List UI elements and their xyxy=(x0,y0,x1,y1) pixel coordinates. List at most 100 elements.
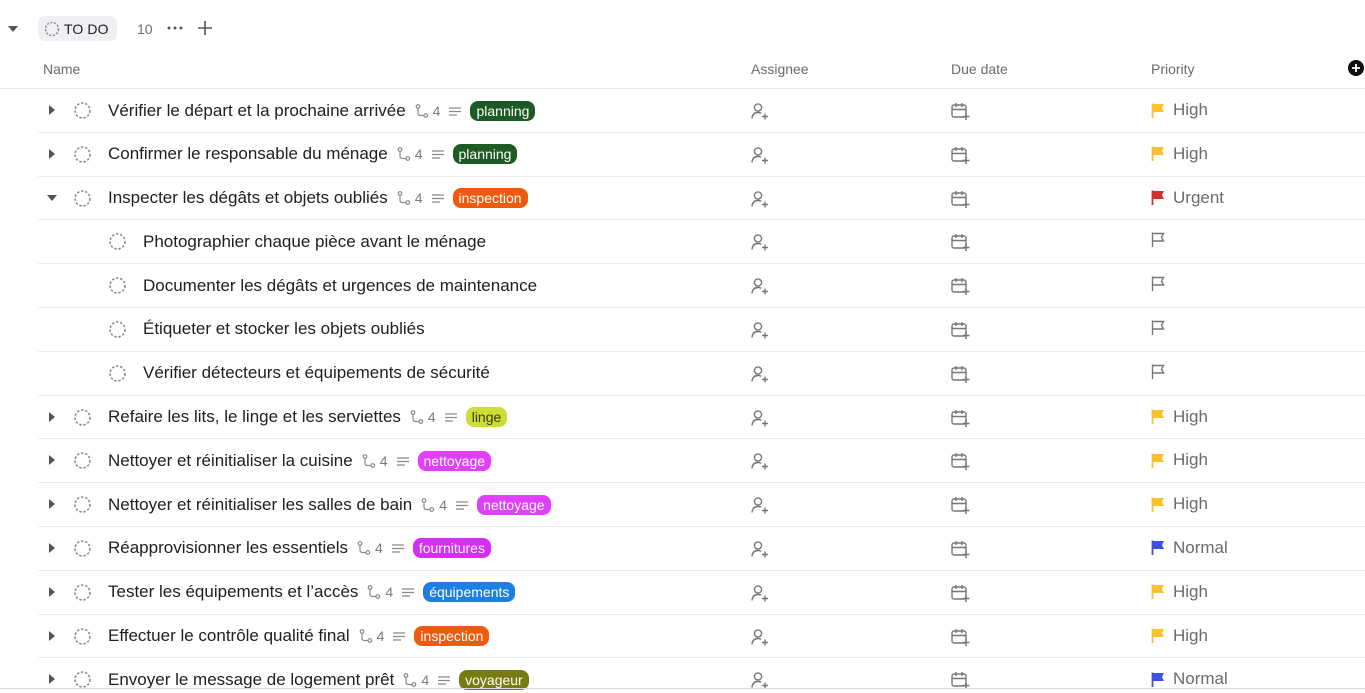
task-tag[interactable]: fournitures xyxy=(412,538,491,559)
subtask-count[interactable]: 4 xyxy=(420,497,447,513)
add-due-date-icon[interactable] xyxy=(950,364,970,384)
subtask-row[interactable]: Étiqueter et stocker les objets oubliés xyxy=(38,308,1365,352)
task-row[interactable]: Confirmer le responsable du ménage 4 plann… xyxy=(38,133,1365,177)
priority-cell-empty[interactable] xyxy=(1150,231,1167,248)
task-name[interactable]: Inspecter les dégâts et objets oubliés xyxy=(108,188,388,208)
expand-subtasks-icon[interactable] xyxy=(46,498,58,510)
column-header-priority[interactable]: Priority xyxy=(1151,61,1195,77)
collapse-caret-icon[interactable] xyxy=(6,22,20,36)
task-status-icon[interactable] xyxy=(73,451,92,470)
priority-cell[interactable]: High xyxy=(1150,450,1208,470)
add-assignee-icon[interactable] xyxy=(750,495,770,515)
subtask-count[interactable]: 4 xyxy=(396,146,423,162)
task-row[interactable]: Effectuer le contrôle qualité final 4 insp… xyxy=(38,615,1365,659)
priority-cell[interactable]: High xyxy=(1150,626,1208,646)
expand-subtasks-icon[interactable] xyxy=(46,148,58,160)
add-assignee-icon[interactable] xyxy=(750,145,770,165)
expand-subtasks-icon[interactable] xyxy=(46,542,58,554)
expand-subtasks-icon[interactable] xyxy=(46,411,58,423)
subtask-count[interactable]: 4 xyxy=(396,190,423,206)
priority-cell[interactable]: High xyxy=(1150,407,1208,427)
priority-cell[interactable]: Normal xyxy=(1150,538,1228,558)
add-assignee-icon[interactable] xyxy=(750,451,770,471)
task-tag[interactable]: inspection xyxy=(452,188,528,209)
add-assignee-icon[interactable] xyxy=(750,232,770,252)
add-assignee-icon[interactable] xyxy=(750,320,770,340)
add-due-date-icon[interactable] xyxy=(950,408,970,428)
add-assignee-icon[interactable] xyxy=(750,189,770,209)
add-due-date-icon[interactable] xyxy=(950,101,970,121)
task-status-icon[interactable] xyxy=(73,145,92,164)
task-status-icon[interactable] xyxy=(73,539,92,558)
column-header-assignee[interactable]: Assignee xyxy=(751,61,809,77)
task-status-icon[interactable] xyxy=(73,408,92,427)
expand-subtasks-icon[interactable] xyxy=(46,454,58,466)
task-tag[interactable]: planning xyxy=(470,100,536,121)
subtask-row[interactable]: Photographier chaque pièce avant le ména… xyxy=(38,220,1365,265)
subtask-count[interactable]: 4 xyxy=(361,453,388,469)
add-due-date-icon[interactable] xyxy=(950,232,970,252)
add-assignee-icon[interactable] xyxy=(750,364,770,384)
add-due-date-icon[interactable] xyxy=(950,145,970,165)
priority-cell[interactable]: High xyxy=(1150,494,1208,514)
task-status-icon[interactable] xyxy=(108,232,127,251)
task-tag[interactable]: équipements xyxy=(423,582,516,603)
task-name[interactable]: Envoyer le message de logement prêt xyxy=(108,670,394,690)
task-status-icon[interactable] xyxy=(73,583,92,602)
add-due-date-icon[interactable] xyxy=(950,539,970,559)
expand-subtasks-icon[interactable] xyxy=(46,586,58,598)
add-assignee-icon[interactable] xyxy=(750,408,770,428)
add-due-date-icon[interactable] xyxy=(950,451,970,471)
priority-cell[interactable]: Normal xyxy=(1150,669,1228,689)
priority-cell[interactable]: Urgent xyxy=(1150,188,1224,208)
add-assignee-icon[interactable] xyxy=(750,101,770,121)
add-due-date-icon[interactable] xyxy=(950,189,970,209)
subtask-count[interactable]: 4 xyxy=(366,584,393,600)
priority-cell-empty[interactable] xyxy=(1150,319,1167,336)
task-row[interactable]: Refaire les lits, le linge et les servie… xyxy=(38,396,1365,440)
task-status-icon[interactable] xyxy=(108,364,127,383)
task-name[interactable]: Photographier chaque pièce avant le ména… xyxy=(143,232,486,252)
task-tag[interactable]: voyageur xyxy=(459,669,529,690)
column-header-name[interactable]: Name xyxy=(43,61,80,77)
task-tag[interactable]: planning xyxy=(452,144,518,165)
priority-cell-empty[interactable] xyxy=(1150,275,1167,292)
collapse-subtasks-icon[interactable] xyxy=(46,192,58,204)
task-name[interactable]: Vérifier détecteurs et équipements de sé… xyxy=(143,363,490,383)
priority-cell[interactable]: High xyxy=(1150,582,1208,602)
expand-subtasks-icon[interactable] xyxy=(46,673,58,685)
subtask-row[interactable]: Documenter les dégâts et urgences de mai… xyxy=(38,264,1365,308)
task-row[interactable]: Réapprovisionner les essentiels 4 fournitu… xyxy=(38,527,1365,571)
status-pill-todo[interactable]: TO DO xyxy=(38,16,117,41)
add-due-date-icon[interactable] xyxy=(950,627,970,647)
expand-subtasks-icon[interactable] xyxy=(46,630,58,642)
task-name[interactable]: Vérifier le départ et la prochaine arriv… xyxy=(108,101,406,121)
expand-subtasks-icon[interactable] xyxy=(46,104,58,116)
priority-cell[interactable]: High xyxy=(1150,144,1208,164)
add-due-date-icon[interactable] xyxy=(950,495,970,515)
task-tag[interactable]: linge xyxy=(465,407,508,428)
priority-cell[interactable]: High xyxy=(1150,100,1208,120)
subtask-count[interactable]: 4 xyxy=(402,672,429,688)
task-status-icon[interactable] xyxy=(108,276,127,295)
task-name[interactable]: Refaire les lits, le linge et les servie… xyxy=(108,407,401,427)
task-row[interactable]: Vérifier le départ et la prochaine arriv… xyxy=(38,89,1365,133)
more-options-icon[interactable] xyxy=(166,19,184,37)
task-status-icon[interactable] xyxy=(73,189,92,208)
add-assignee-icon[interactable] xyxy=(750,583,770,603)
priority-cell-empty[interactable] xyxy=(1150,363,1167,380)
task-status-icon[interactable] xyxy=(73,495,92,514)
add-task-icon[interactable] xyxy=(196,19,214,37)
add-assignee-icon[interactable] xyxy=(750,627,770,647)
task-tag[interactable]: nettoyage xyxy=(417,450,492,471)
task-status-icon[interactable] xyxy=(73,670,92,689)
task-row[interactable]: Nettoyer et réinitialiser les salles de … xyxy=(38,483,1365,527)
task-row[interactable]: Nettoyer et réinitialiser la cuisine 4 net… xyxy=(38,439,1365,484)
subtask-count[interactable]: 4 xyxy=(414,103,440,119)
column-header-due-date[interactable]: Due date xyxy=(951,61,1008,77)
subtask-count[interactable]: 4 xyxy=(356,540,383,556)
task-name[interactable]: Réapprovisionner les essentiels xyxy=(108,538,348,558)
task-name[interactable]: Documenter les dégâts et urgences de mai… xyxy=(143,276,537,296)
task-name[interactable]: Nettoyer et réinitialiser les salles de … xyxy=(108,495,412,515)
task-name[interactable]: Confirmer le responsable du ménage xyxy=(108,144,388,164)
